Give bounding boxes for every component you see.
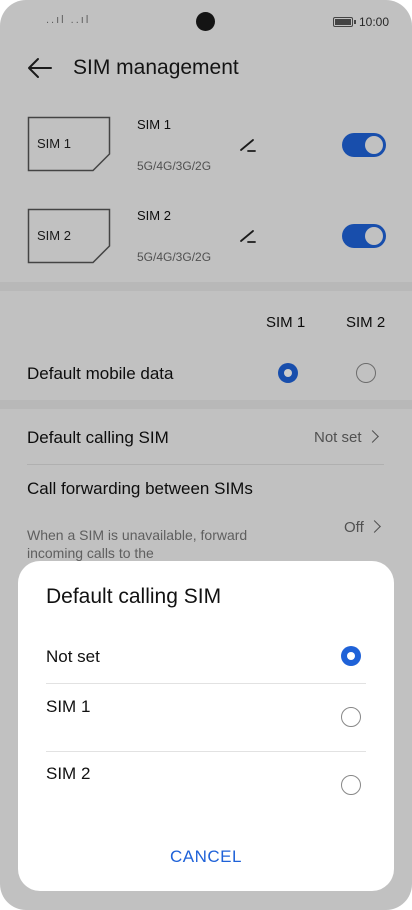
- option-radio[interactable]: [341, 775, 361, 795]
- dialog-option-sim2[interactable]: SIM 2: [18, 752, 394, 818]
- dialog-option-sim1[interactable]: SIM 1: [18, 684, 394, 750]
- option-radio[interactable]: [341, 646, 361, 666]
- dialog-option-not-set[interactable]: Not set: [18, 633, 394, 683]
- dialog-title: Default calling SIM: [46, 585, 222, 608]
- cancel-button[interactable]: CANCEL: [18, 847, 394, 867]
- phone-screen: ..ıl ..ıl 10:00 SIM management SIM 1 SIM…: [0, 0, 412, 910]
- default-calling-sim-dialog: Default calling SIM Not set SIM 1 SIM 2 …: [18, 561, 394, 891]
- option-radio[interactable]: [341, 707, 361, 727]
